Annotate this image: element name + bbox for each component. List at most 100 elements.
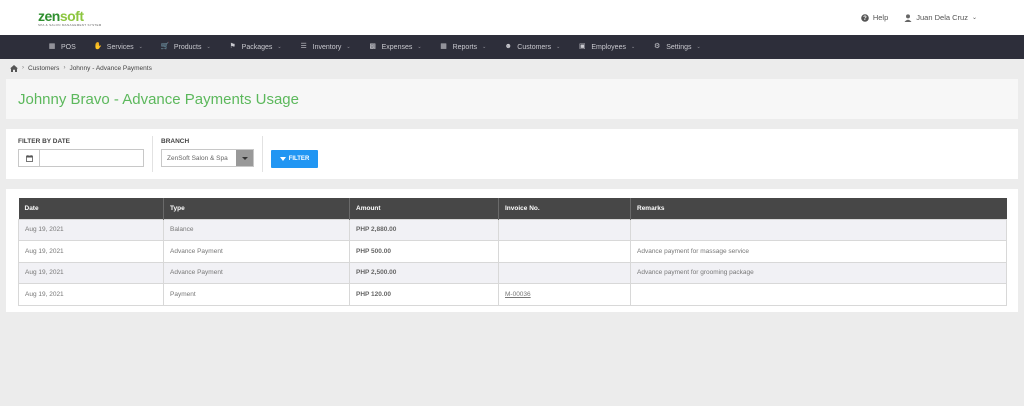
branch-filter-group: BRANCH ZenSoft Salon & Spa	[161, 138, 254, 167]
cell-remarks	[630, 218, 1007, 241]
nav-item-label: Expenses	[381, 43, 413, 51]
branch-select[interactable]: ZenSoft Salon & Spa	[161, 149, 254, 167]
nav-item-label: Reports	[452, 43, 478, 51]
users-icon: ☻	[504, 43, 512, 50]
page-title: Johnny Bravo - Advance Payments Usage	[18, 90, 299, 108]
column-header-remarks[interactable]: Remarks	[630, 198, 1007, 219]
cell-type: Payment	[163, 283, 350, 306]
cell-date: Aug 19, 2021	[18, 283, 164, 306]
pos-icon: ▦	[48, 43, 56, 50]
cell-type: Advance Payment	[163, 240, 350, 263]
funnel-icon	[279, 157, 286, 161]
cell-remarks: Advance payment for massage service	[630, 240, 1007, 263]
chevron-down-icon: ⌄	[138, 44, 143, 50]
table-row: Aug 19, 2021 Payment PHP 120.00 M-00036	[18, 283, 1007, 306]
column-header-invoice[interactable]: Invoice No.	[498, 198, 631, 219]
chevron-down-icon: ⌄	[417, 44, 422, 50]
logo-zen-text: zen	[38, 7, 60, 24]
nav-item-settings[interactable]: ⚙ Settings ⌄	[653, 35, 711, 59]
briefcase-icon: ▣	[579, 43, 586, 50]
branch-select-value: ZenSoft Salon & Spa	[167, 154, 228, 162]
chevron-right-icon: ›	[22, 65, 24, 71]
nav-item-label: Inventory	[312, 43, 342, 51]
zensoft-logo[interactable]: zensoft SPA & SALON MANAGEMENT SYSTEM	[38, 9, 102, 27]
list-icon: ☰	[300, 43, 307, 50]
hand-icon: ✋	[93, 43, 103, 50]
chevron-down-icon: ⌄	[206, 44, 211, 50]
home-icon[interactable]	[10, 64, 18, 72]
chevron-down-icon: ⌄	[696, 44, 701, 50]
branch-dropdown-button[interactable]	[236, 150, 253, 166]
cell-type: Advance Payment	[163, 261, 350, 284]
nav-item-customers[interactable]: ☻ Customers ⌄	[504, 35, 570, 59]
breadcrumb-customers[interactable]: Customers	[28, 65, 59, 72]
filter-button[interactable]: FILTER	[271, 150, 318, 168]
cell-remarks: Advance payment for grooming package	[630, 261, 1007, 284]
filter-divider	[152, 136, 153, 172]
column-header-amount[interactable]: Amount	[349, 198, 499, 219]
nav-item-reports[interactable]: ▦ Reports ⌄	[440, 35, 497, 59]
cell-date: Aug 19, 2021	[18, 261, 164, 284]
invoice-link[interactable]: M-00036	[505, 291, 531, 298]
user-icon	[904, 13, 912, 22]
table-row: Aug 19, 2021 Advance Payment PHP 2,500.0…	[18, 261, 1007, 284]
gear-icon: ⚙	[654, 43, 661, 50]
nav-item-label: Customers	[517, 43, 552, 51]
logo-tagline: SPA & SALON MANAGEMENT SYSTEM	[38, 22, 102, 27]
chevron-down-icon: ⌄	[556, 44, 561, 50]
branch-filter-label: BRANCH	[161, 138, 190, 145]
chevron-down-icon: ⌄	[277, 44, 282, 50]
nav-item-label: Settings	[666, 43, 692, 51]
tags-icon: ⚑	[229, 43, 236, 50]
date-filter-input[interactable]	[39, 149, 144, 167]
table-row: Aug 19, 2021 Advance Payment PHP 500.00 …	[18, 240, 1007, 263]
breadcrumb-current: Johnny - Advance Payments	[69, 64, 152, 72]
question-circle-icon: ?	[861, 13, 869, 22]
expenses-icon: ▩	[369, 43, 376, 50]
nav-item-packages[interactable]: ⚑ Packages ⌄	[229, 35, 292, 59]
cart-icon: 🛒	[160, 43, 170, 50]
chevron-down-icon: ⌄	[971, 15, 977, 21]
nav-item-expenses[interactable]: ▩ Expenses ⌄	[369, 35, 432, 59]
cell-amount: PHP 120.00	[349, 283, 499, 306]
nav-item-pos[interactable]: ▦ POS	[48, 35, 86, 59]
advance-payments-table: Date Type Amount Invoice No. Remarks Aug…	[18, 198, 1007, 306]
nav-item-employees[interactable]: ▣ Employees ⌄	[578, 35, 645, 59]
breadcrumb: › Customers › Johnny - Advance Payments	[0, 59, 1024, 77]
column-header-date[interactable]: Date	[18, 198, 164, 219]
help-label: Help	[872, 13, 889, 22]
nav-item-services[interactable]: ✋ Services ⌄	[94, 35, 153, 59]
filter-divider	[262, 136, 263, 172]
cell-amount: PHP 2,880.00	[349, 218, 499, 241]
chevron-down-icon: ⌄	[346, 44, 351, 50]
table-header-row: Date Type Amount Invoice No. Remarks	[18, 198, 1007, 219]
cell-date: Aug 19, 2021	[18, 218, 164, 241]
cell-invoice	[498, 261, 631, 284]
user-menu[interactable]: Juan Dela Cruz ⌄	[904, 13, 977, 22]
calendar-button[interactable]	[18, 149, 39, 167]
cell-invoice: M-00036	[498, 283, 631, 306]
date-filter-group: FILTER BY DATE	[18, 138, 144, 167]
caret-down-icon	[241, 156, 248, 160]
nav-item-products[interactable]: 🛒 Products ⌄	[161, 35, 221, 59]
help-link[interactable]: ? Help	[861, 13, 888, 22]
filter-button-label: FILTER	[288, 156, 310, 162]
date-filter-label: FILTER BY DATE	[18, 138, 70, 145]
top-bar: zensoft SPA & SALON MANAGEMENT SYSTEM ? …	[0, 0, 1024, 35]
nav-item-label: Services	[106, 43, 134, 51]
nav-item-inventory[interactable]: ☰ Inventory ⌄	[300, 35, 361, 59]
svg-text:?: ?	[863, 16, 867, 22]
chart-icon: ▦	[440, 43, 447, 50]
title-panel: Johnny Bravo - Advance Payments Usage	[6, 79, 1018, 119]
filter-panel: FILTER BY DATE BRANCH ZenSoft Salon & Sp…	[6, 129, 1018, 179]
nav-item-label: Packages	[241, 43, 273, 51]
chevron-down-icon: ⌄	[482, 44, 487, 50]
chevron-down-icon: ⌄	[630, 44, 636, 50]
table-panel: Date Type Amount Invoice No. Remarks Aug…	[6, 189, 1018, 312]
cell-type: Balance	[163, 218, 350, 241]
nav-item-label: Products	[173, 43, 202, 51]
column-header-type[interactable]: Type	[163, 198, 350, 219]
cell-amount: PHP 500.00	[349, 240, 499, 263]
user-name: Juan Dela Cruz	[916, 13, 968, 22]
table-row: Aug 19, 2021 Balance PHP 2,880.00	[18, 218, 1007, 241]
